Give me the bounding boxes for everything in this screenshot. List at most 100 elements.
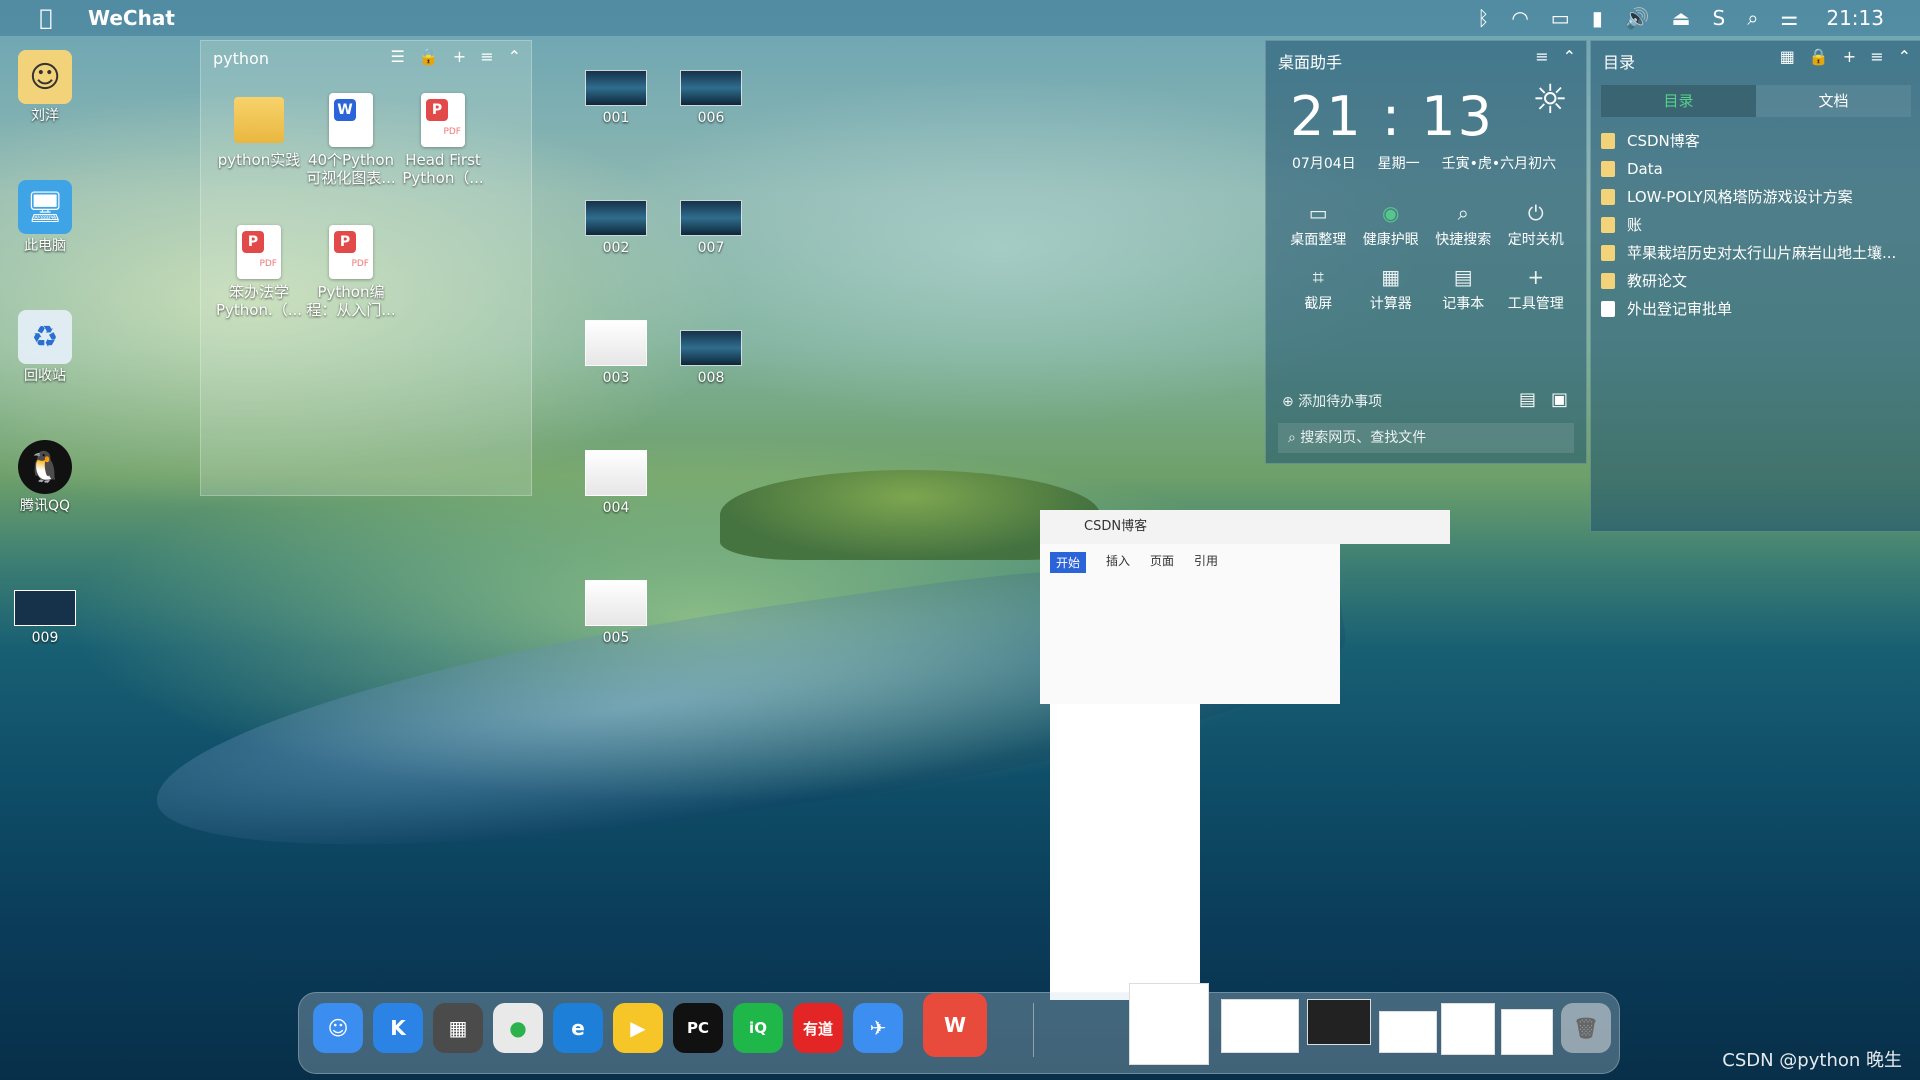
list-item[interactable]: CSDN博客 [1601,127,1920,155]
thumbnail-002[interactable]: 002 [585,200,647,256]
file-python-crash-course[interactable]: P PDF Python编 程：从入门... [303,225,399,319]
assistant-date-line: 07月04日 星期一 壬寅•虎•六月初六 [1292,156,1557,172]
eject-icon[interactable]: ⏏ [1672,0,1691,36]
screenshot-button[interactable]: ⌗ 截屏 [1282,265,1355,313]
wifi-icon[interactable]: ◠ [1511,0,1528,36]
file-python-practice[interactable]: python实践 [211,93,307,169]
pycharm-icon[interactable]: PC [673,1003,723,1053]
menu-icon[interactable]: ≡ [480,47,493,66]
thumbnail-007[interactable]: 007 [680,200,742,256]
thumbnail-003[interactable]: 003 [585,320,647,386]
control-center-icon[interactable]: ⚌ [1780,0,1798,36]
thumbnail-004[interactable]: 004 [585,450,647,516]
display-icon[interactable]: ▭ [1551,0,1570,36]
volume-icon[interactable]: 🔊 [1625,0,1650,36]
directory-panel: 目录 ▦ 🔒 + ≡ ⌃ 目录 文档 CSDN博客 Data LOW-POLY风… [1590,40,1920,532]
desktop-assistant-panel: 桌面助手 ≡ ⌃ 21 : 13 ☼ 07月04日 星期一 壬寅•虎•六月初六 … [1265,40,1587,464]
quick-search-button[interactable]: ⌕ 快捷搜索 [1427,201,1500,249]
list-item[interactable]: 外出登记审批单 [1601,295,1920,323]
timed-shutdown-button[interactable]: ⏻ 定时关机 [1500,201,1573,249]
thumbnail-006[interactable]: 006 [680,70,742,126]
collapse-icon[interactable]: ⌃ [1898,47,1911,66]
tab-insert[interactable]: 插入 [1106,552,1130,573]
k-app-icon[interactable]: K [373,1003,423,1053]
desktop-icon-qq[interactable]: 🐧 腾讯QQ [0,440,90,515]
list-item[interactable]: 教研论文 [1601,267,1920,295]
thumbnail-008[interactable]: 008 [680,330,742,386]
finder-icon[interactable]: ☺ [313,1003,363,1053]
list-item[interactable]: 账 [1601,211,1920,239]
list-item[interactable]: 苹果栽培历史对太行山片麻岩山地土壤... [1601,239,1920,267]
trash-icon[interactable]: 🗑 [1561,1003,1611,1053]
window-ribbon: 开始 插入 页面 引用 [1040,544,1340,704]
search-icon[interactable]: ⌕ [1747,0,1758,36]
player-icon[interactable]: ▶ [613,1003,663,1053]
tool-manage-button[interactable]: + 工具管理 [1500,265,1573,313]
file-40-python[interactable]: W 40个Python 可视化图表... [303,93,399,187]
wps-icon[interactable]: W [923,993,987,1057]
battery-icon[interactable]: ▮ [1592,0,1603,36]
iqiyi-icon[interactable]: iQ [733,1003,783,1053]
desktop-icon-computer[interactable]: 🖥 此电脑 [0,180,90,255]
apple-menu-icon[interactable]:  [24,6,68,31]
launchpad-icon[interactable]: ▦ [433,1003,483,1053]
tab-home[interactable]: 开始 [1050,552,1087,573]
grid-view-icon[interactable]: ▦ [1780,47,1795,66]
tab-documents[interactable]: 文档 [1756,85,1911,117]
file-head-first-python[interactable]: P PDF Head First Python（... [395,93,491,187]
youdao-icon[interactable]: 有道 [793,1003,843,1053]
panel-title: python [213,49,269,68]
thumbnail-001[interactable]: 001 [585,70,647,126]
active-app-name[interactable]: WeChat [88,6,175,30]
feishu-icon[interactable]: ✈ [853,1003,903,1053]
collapse-icon[interactable]: ⌃ [1563,47,1576,66]
edge-icon[interactable]: e [553,1003,603,1053]
dock-minimized-window[interactable] [1379,1011,1437,1053]
directory-tools: ▦ 🔒 + ≡ ⌃ [1780,47,1911,66]
menubar-clock[interactable]: 21:13 [1826,0,1884,36]
minimizing-document-window[interactable]: CSDN博客 开始 插入 页面 引用 [1040,510,1460,1000]
qr-code-icon[interactable]: ▣ [1551,389,1568,410]
calculator-button[interactable]: ▦ 计算器 [1355,265,1428,313]
file-icon [1601,301,1615,317]
pdf-icon: P PDF [421,93,465,147]
desktop-icon-recycle[interactable]: ♻ 回收站 [0,310,90,385]
file-learn-python-hard-way[interactable]: P PDF 笨办法学 Python.（... [211,225,307,319]
tab-reference[interactable]: 引用 [1194,552,1218,573]
computer-icon: 🖥 [18,180,72,234]
sun-icon: ☼ [1532,77,1568,123]
desktop-organize-button[interactable]: ▭ 桌面整理 [1282,201,1355,249]
collapse-icon[interactable]: ⌃ [508,47,521,66]
menu-icon[interactable]: ≡ [1535,47,1548,66]
menu-icon[interactable]: ≡ [1870,47,1883,66]
dock-minimized-window[interactable] [1221,999,1299,1053]
desktop-icon-009[interactable]: 009 [0,590,90,647]
pdf-icon: P PDF [237,225,281,279]
directory-tabs: 目录 文档 [1601,85,1911,117]
list-item[interactable]: LOW-POLY风格塔防游戏设计方案 [1601,183,1920,211]
add-icon[interactable]: + [453,47,466,66]
list-item[interactable]: Data [1601,155,1920,183]
wechat-icon[interactable]: ● [493,1003,543,1053]
tab-directory[interactable]: 目录 [1601,85,1756,117]
note-icon[interactable]: ▤ [1519,389,1536,410]
list-view-icon[interactable]: ☰ [391,47,405,66]
notepad-button[interactable]: ▤ 记事本 [1427,265,1500,313]
add-todo-button[interactable]: ⊕ 添加待办事项 [1282,391,1382,411]
dock-minimized-window[interactable] [1441,1003,1495,1055]
window-title-bar: CSDN博客 [1040,510,1450,544]
app-s-icon[interactable]: S [1713,0,1726,36]
tab-page[interactable]: 页面 [1150,552,1174,573]
bluetooth-icon[interactable]: ᛒ [1477,0,1489,36]
lock-icon[interactable]: 🔒 [419,47,439,66]
desktop-icon-user[interactable]: ☺ 刘洋 [0,50,90,125]
pdf-icon: P PDF [329,225,373,279]
eye-protection-button[interactable]: ◉ 健康护眼 [1355,201,1428,249]
thumbnail-005[interactable]: 005 [585,580,647,646]
dock-minimized-window[interactable] [1501,1009,1553,1055]
add-icon[interactable]: + [1843,47,1856,66]
assistant-search-input[interactable]: ⌕ 搜索网页、查找文件 [1278,423,1574,453]
dock-minimized-window[interactable] [1129,983,1209,1065]
lock-icon[interactable]: 🔒 [1809,47,1829,66]
dock-minimized-window[interactable] [1307,999,1371,1045]
